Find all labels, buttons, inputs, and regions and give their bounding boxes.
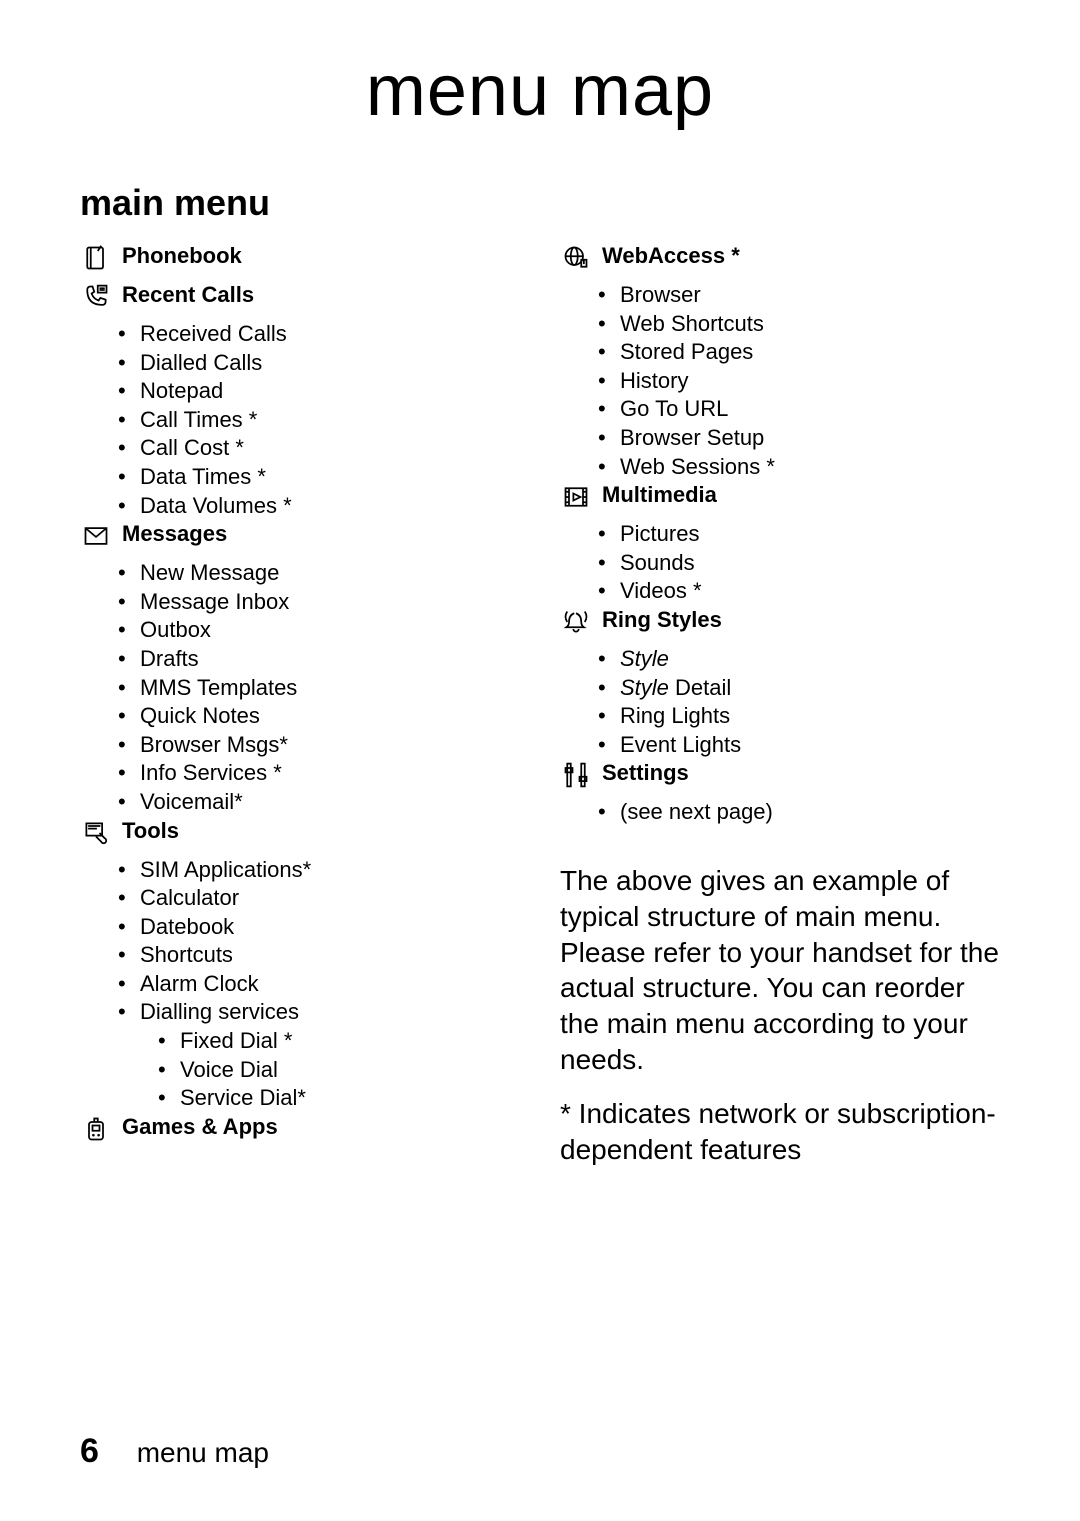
menu-heading: Games & Apps — [122, 1113, 520, 1142]
menu-item: (see next page) — [620, 798, 1000, 827]
messages-icon — [80, 520, 122, 555]
menu-heading: Tools — [122, 817, 520, 846]
menu-item: Message Inbox — [140, 588, 520, 617]
menu-subitem: Fixed Dial * — [180, 1027, 520, 1056]
menu-heading: Settings — [602, 759, 1000, 788]
menu-item: Outbox — [140, 616, 520, 645]
menu-section: Settings — [560, 759, 1000, 794]
tools-icon — [80, 817, 122, 852]
menu-item: Info Services * — [140, 759, 520, 788]
body-text: The above gives an example of typical st… — [560, 863, 1000, 1168]
menu-item: Event Lights — [620, 731, 1000, 760]
menu-items: (see next page) — [560, 798, 1000, 827]
menu-item: History — [620, 367, 1000, 396]
menu-item: Quick Notes — [140, 702, 520, 731]
columns: PhonebookRecent CallsReceived CallsDiall… — [80, 242, 1000, 1186]
menu-item: Received Calls — [140, 320, 520, 349]
menu-item: Voicemail* — [140, 788, 520, 817]
menu-item: SIM Applications* — [140, 856, 520, 885]
menu-subitem: Service Dial* — [180, 1084, 520, 1113]
menu-heading: Multimedia — [602, 481, 1000, 510]
menu-section: Games & Apps — [80, 1113, 520, 1148]
menu-item: Calculator — [140, 884, 520, 913]
menu-subitem: Voice Dial — [180, 1056, 520, 1085]
menu-item: Notepad — [140, 377, 520, 406]
menu-section: WebAccess * — [560, 242, 1000, 277]
menu-item: Dialling servicesFixed Dial *Voice DialS… — [140, 998, 520, 1112]
menu-item: Data Volumes * — [140, 492, 520, 521]
menu-heading: Messages — [122, 520, 520, 549]
menu-items: BrowserWeb ShortcutsStored PagesHistoryG… — [560, 281, 1000, 481]
menu-item: Pictures — [620, 520, 1000, 549]
menu-item: Sounds — [620, 549, 1000, 578]
menu-section: Phonebook — [80, 242, 520, 277]
left-column: PhonebookRecent CallsReceived CallsDiall… — [80, 242, 520, 1186]
menu-item: Style Detail — [620, 674, 1000, 703]
menu-items: Received CallsDialled CallsNotepadCall T… — [80, 320, 520, 520]
menu-item: Data Times * — [140, 463, 520, 492]
right-column: WebAccess * BrowserWeb ShortcutsStored Pa… — [560, 242, 1000, 1186]
menu-item: Web Shortcuts — [620, 310, 1000, 339]
footer: 6 menu map — [80, 1432, 269, 1471]
section-title: main menu — [80, 182, 1000, 224]
menu-item: Alarm Clock — [140, 970, 520, 999]
menu-section: Recent Calls — [80, 281, 520, 316]
paragraph: * Indicates network or subscription-depe… — [560, 1096, 1000, 1168]
menu-item: Style — [620, 645, 1000, 674]
page-title: menu map — [80, 50, 1000, 132]
menu-item: MMS Templates — [140, 674, 520, 703]
menu-item: Datebook — [140, 913, 520, 942]
menu-item: Browser Setup — [620, 424, 1000, 453]
menu-item: Call Cost * — [140, 434, 520, 463]
menu-item: Shortcuts — [140, 941, 520, 970]
menu-item: Stored Pages — [620, 338, 1000, 367]
menu-item: Browser Msgs* — [140, 731, 520, 760]
menu-section: Multimedia — [560, 481, 1000, 516]
menu-item: Call Times * — [140, 406, 520, 435]
ringstyles-icon — [560, 606, 602, 641]
menu-item: Web Sessions * — [620, 453, 1000, 482]
menu-items: New MessageMessage InboxOutboxDraftsMMS … — [80, 559, 520, 816]
menu-section: Ring Styles — [560, 606, 1000, 641]
menu-item: Videos * — [620, 577, 1000, 606]
menu-items: PicturesSoundsVideos * — [560, 520, 1000, 606]
menu-section: Tools — [80, 817, 520, 852]
menu-item: New Message — [140, 559, 520, 588]
footer-label: menu map — [137, 1437, 269, 1468]
menu-heading: Phonebook — [122, 242, 520, 271]
menu-item: Dialled Calls — [140, 349, 520, 378]
menu-items: StyleStyle DetailRing LightsEvent Lights — [560, 645, 1000, 759]
settings-icon — [560, 759, 602, 794]
menu-section: Messages — [80, 520, 520, 555]
menu-item: Ring Lights — [620, 702, 1000, 731]
menu-item: Go To URL — [620, 395, 1000, 424]
menu-heading: Recent Calls — [122, 281, 520, 310]
menu-item: Browser — [620, 281, 1000, 310]
games-icon — [80, 1113, 122, 1148]
paragraph: The above gives an example of typical st… — [560, 863, 1000, 1078]
menu-heading: WebAccess * — [602, 242, 1000, 271]
page-number: 6 — [80, 1432, 99, 1470]
recent-calls-icon — [80, 281, 122, 316]
webaccess-icon — [560, 242, 602, 277]
phonebook-icon — [80, 242, 122, 277]
menu-heading: Ring Styles — [602, 606, 1000, 635]
multimedia-icon — [560, 481, 602, 516]
menu-items: SIM Applications*CalculatorDatebookShort… — [80, 856, 520, 1113]
menu-subitems: Fixed Dial *Voice DialService Dial* — [140, 1027, 520, 1113]
menu-item: Drafts — [140, 645, 520, 674]
